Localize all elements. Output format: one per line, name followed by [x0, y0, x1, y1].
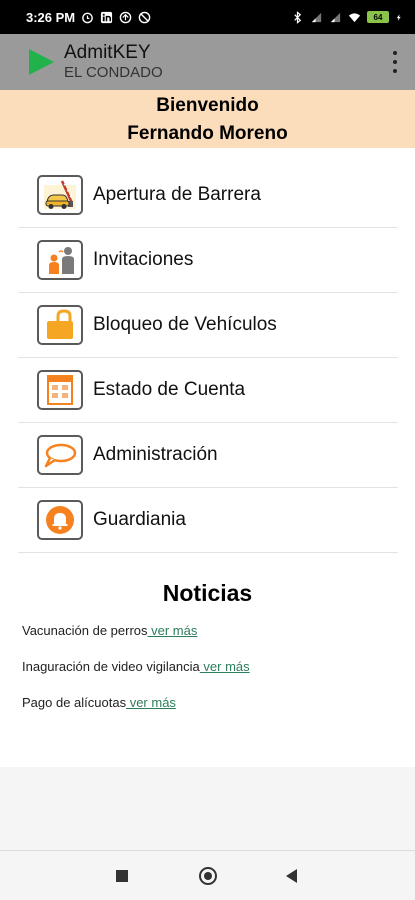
welcome-banner: Bienvenido Fernando Moreno — [0, 90, 415, 148]
linkedin-icon — [101, 11, 113, 23]
bluetooth-icon — [294, 10, 302, 24]
app-bar: AdmitKEY EL CONDADO — [0, 34, 415, 90]
bottom-area — [0, 767, 415, 850]
invitation-people-icon — [37, 240, 83, 280]
menu-item-label: Estado de Cuenta — [93, 379, 246, 400]
barrier-car-icon — [37, 175, 83, 215]
menu-item-administracion[interactable]: Administración — [18, 423, 398, 488]
signal-icon — [330, 12, 341, 22]
back-icon[interactable] — [286, 869, 297, 883]
status-time: 3:26 PM — [26, 9, 76, 25]
menu-item-apertura-de-barrera[interactable]: Apertura de Barrera — [18, 163, 398, 228]
lock-icon — [37, 305, 83, 345]
alarm-icon — [82, 12, 93, 23]
signal-icon — [311, 12, 322, 22]
news-item: Vacunación de perros ver más — [22, 623, 402, 659]
data-saver-icon — [119, 11, 132, 23]
app-subtitle: EL CONDADO — [64, 64, 163, 82]
wifi-icon — [348, 12, 361, 22]
menu-item-label: Administración — [93, 444, 218, 465]
news-item-text: Inaguración de video vigilancia — [22, 659, 200, 674]
overflow-menu-icon[interactable] — [391, 51, 399, 73]
main-menu: Apertura de Barrera Invitaciones Bloqueo… — [18, 163, 398, 553]
menu-item-label: Bloqueo de Vehículos — [93, 314, 277, 335]
home-icon[interactable] — [199, 867, 217, 885]
app-title: AdmitKEY — [64, 42, 151, 64]
news-list: Vacunación de perros ver más Inaguración… — [22, 623, 402, 731]
account-statement-icon — [37, 370, 83, 410]
news-item: Inaguración de video vigilancia ver más — [22, 659, 402, 695]
menu-item-estado-de-cuenta[interactable]: Estado de Cuenta — [18, 358, 398, 423]
recent-apps-icon[interactable] — [116, 870, 128, 882]
news-read-more-link[interactable]: ver más — [126, 695, 176, 710]
green-triangle-logo-icon — [29, 49, 54, 75]
menu-item-guardiania[interactable]: Guardiania — [18, 488, 398, 553]
menu-item-bloqueo-de-vehiculos[interactable]: Bloqueo de Vehículos — [18, 293, 398, 358]
news-read-more-link[interactable]: ver más — [200, 659, 249, 674]
welcome-user-name: Fernando Moreno — [127, 123, 288, 144]
menu-item-label: Invitaciones — [93, 249, 194, 270]
news-read-more-link[interactable]: ver más — [148, 623, 197, 638]
news-item-text: Pago de alícuotas — [22, 695, 127, 710]
bell-icon — [37, 500, 83, 540]
welcome-greeting: Bienvenido — [156, 95, 259, 116]
battery-icon: 64 — [367, 11, 389, 23]
news-item-text: Vacunación de perros — [22, 623, 148, 638]
status-bar: 3:26 PM 64 — [0, 0, 415, 34]
news-item: Pago de alícuotas ver más — [22, 695, 402, 731]
menu-item-label: Apertura de Barrera — [93, 184, 261, 205]
menu-item-invitaciones[interactable]: Invitaciones — [18, 228, 398, 293]
charging-icon — [396, 13, 401, 21]
menu-item-label: Guardiania — [93, 509, 186, 530]
dnd-icon — [138, 11, 151, 23]
chat-bubble-icon — [37, 435, 83, 475]
system-nav-bar — [0, 850, 415, 900]
news-title: Noticias — [162, 580, 253, 606]
